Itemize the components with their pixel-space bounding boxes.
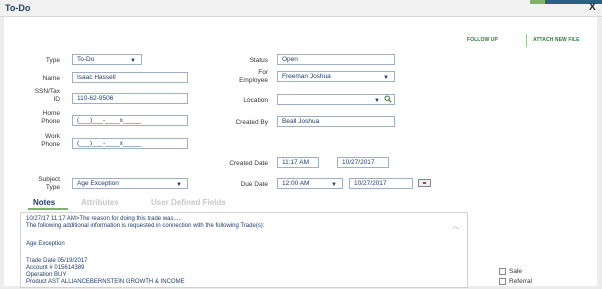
notes-line: Operation BUY [26,272,67,278]
for-employee-label-line1: For [258,69,268,76]
notes-line: The following additional information is … [26,223,265,229]
attach-new-file-button[interactable]: ATTACH NEW FILE [533,37,580,43]
status-label: Status [249,57,268,64]
divider [0,16,602,17]
name-label: Name [42,75,60,82]
notes-line: 10/27/17 11:17 AM>The reason for doing t… [26,216,182,222]
action-separator [526,34,527,47]
referral-checkbox[interactable] [499,278,506,285]
home-phone-label-line2: Phone [41,118,60,125]
caret-down-icon: ▼ [383,75,389,81]
accent-strip-green [530,0,545,4]
due-time-select[interactable]: 12:00 AM ▼ [277,178,343,189]
calendar-icon[interactable] [418,179,431,187]
caret-down-icon: ▼ [176,182,182,188]
close-button[interactable]: X [589,2,596,13]
due-time-value: 12:00 AM [282,180,310,187]
ssn-label-line2: ID [53,96,61,103]
referral-label: Referral [509,278,533,285]
subject-type-value: Age Exception [77,180,119,187]
created-date-field[interactable]: 10/27/2017 [337,157,389,168]
due-date-label: Due Date [240,181,268,188]
left-border [0,17,4,289]
notes-line: Trade Date 05/19/2017 [26,258,88,264]
subject-type-select[interactable]: Age Exception ▼ [72,178,188,189]
subject-type-label-line2: Type [45,184,60,191]
caret-down-icon: ▼ [374,98,380,104]
sale-label: Sale [509,268,523,275]
follow-up-button[interactable]: FOLLOW UP [467,37,498,43]
caret-down-icon: ▼ [130,58,136,64]
tab-attributes[interactable]: Attributes [81,198,119,207]
title-bar [0,0,602,16]
location-select[interactable]: ▼ [277,94,395,105]
created-time-field[interactable]: 11:17 AM [277,157,319,168]
type-select[interactable]: To-Do ▼ [72,54,142,65]
for-employee-select[interactable]: Freeman Joshua ▼ [277,71,395,82]
created-by-field[interactable]: Beall Joshua [277,116,395,127]
notes-line: Age Exception [26,241,65,247]
tab-notes[interactable]: Notes [33,198,55,207]
home-phone-label-line1: Home [42,110,60,117]
caret-down-icon: ▼ [331,182,337,188]
type-value: To-Do [77,56,95,63]
location-label: Location [243,97,268,104]
status-field[interactable]: Open [277,54,395,65]
for-employee-label-line2: Employee [239,77,268,84]
created-by-label: Created By [235,119,268,126]
for-employee-value: Freeman Joshua [282,73,331,80]
active-tab-indicator [28,208,68,210]
tab-user-defined-fields[interactable]: User Defined Fields [151,198,226,207]
type-label: Type [45,57,60,64]
magnifier-icon[interactable] [384,95,392,103]
work-phone-label-line2: Phone [41,141,60,148]
work-phone-label-line1: Work [44,133,60,140]
ssn-field[interactable]: 110-62-9506 [72,93,188,104]
home-phone-field[interactable]: (___)___-____x_____ [72,115,188,126]
subject-type-label-line1: Subject [38,176,60,183]
scroll-up-icon[interactable]: ︿ [452,221,459,231]
right-border [597,17,602,289]
ssn-label-line1: SSN/Tax [34,88,60,95]
sale-checkbox[interactable] [499,268,506,275]
work-phone-field[interactable]: (___)___-____x_____ [72,138,188,149]
notes-line: Account # 015614389 [26,265,85,271]
notes-line: Product AST ALLIANCEBERNSTEIN GROWTH & I… [26,279,185,285]
window-title: To-Do [5,3,31,13]
due-date-field[interactable]: 10/27/2017 [349,178,413,189]
created-date-label: Created Date [229,160,268,167]
name-field[interactable]: Isaac Hassell [72,72,188,83]
notes-textarea[interactable]: 10/27/17 11:17 AM>The reason for doing t… [20,212,468,288]
